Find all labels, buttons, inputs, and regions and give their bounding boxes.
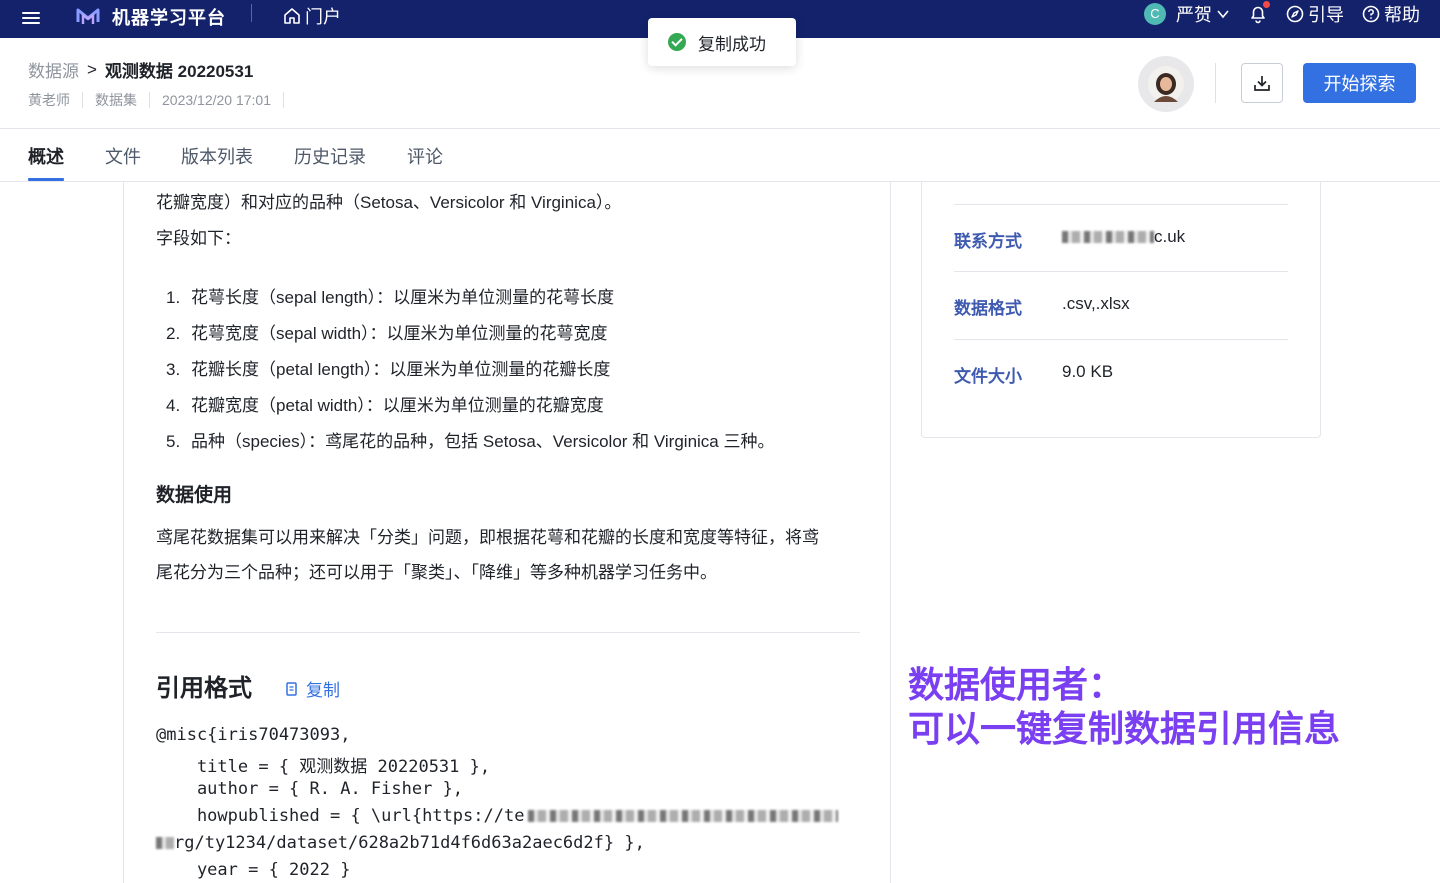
- citation-code-line: rg/ty1234/dataset/628a2b71d4f6d63a2aec6d…: [156, 833, 645, 853]
- redacted-url-part: [156, 837, 174, 849]
- dataset-tabs: 概述 文件 版本列表 历史记录 评论: [0, 128, 1440, 182]
- info-row-contact: 联系方式 c.uk: [954, 204, 1288, 272]
- list-item: 5. 品种（species）：鸢尾花的品种，包括 Setosa、Versicolo…: [166, 432, 775, 451]
- citation-code-line: year = { 2022 }: [156, 860, 351, 880]
- header-divider: [1215, 63, 1216, 103]
- guide-label: 引导: [1308, 5, 1344, 25]
- breadcrumb-current: 观测数据 20220531: [104, 62, 254, 81]
- notification-bell[interactable]: [1248, 1, 1270, 24]
- list-item: 1. 花萼长度（sepal length）：以厘米为单位测量的花萼长度: [166, 288, 615, 307]
- citation-code-line: howpublished = { \url{https://te: [156, 806, 839, 826]
- app-title: 机器学习平台: [112, 8, 226, 28]
- citation-code-line: title = { 观测数据 20220531 },: [156, 757, 491, 777]
- avatar-portrait-icon: [1148, 66, 1184, 102]
- usage-text-line-2: 尾花分为三个品种；还可以用于「聚类」、「降维」等多种机器学习任务中。: [156, 563, 717, 582]
- info-label: 联系方式: [954, 232, 1022, 251]
- overview-content: 花瓣宽度）和对应的品种（Setosa、Versicolor 和 Virginic…: [123, 182, 891, 883]
- size-value: 9.0 KB: [1062, 362, 1114, 381]
- tab-history[interactable]: 历史记录: [294, 143, 366, 181]
- notification-dot: [1263, 1, 1270, 8]
- breadcrumb: 数据源 > 观测数据 20220531: [28, 57, 253, 82]
- topbar-divider: [251, 4, 252, 22]
- start-explore-button[interactable]: 开始探索: [1303, 63, 1416, 103]
- tab-files[interactable]: 文件: [105, 143, 141, 181]
- copy-success-toast: 复制成功: [648, 18, 796, 66]
- copy-icon: [286, 681, 297, 696]
- download-button[interactable]: [1241, 63, 1283, 103]
- list-item: 2. 花萼宽度（sepal width）：以厘米为单位测量的花萼宽度: [166, 324, 608, 343]
- help-circle-icon: [1362, 5, 1380, 23]
- success-check-icon: [668, 33, 686, 51]
- hamburger-menu-icon[interactable]: [22, 9, 42, 29]
- download-icon: [1254, 76, 1270, 91]
- platform-logo-icon: [76, 8, 100, 24]
- citation-code-line: author = { R. A. Fisher },: [156, 779, 464, 799]
- meta-type: 数据集: [83, 92, 150, 108]
- owner-avatar[interactable]: [1138, 56, 1194, 112]
- portal-label: 门户: [305, 7, 341, 27]
- home-icon: [284, 8, 300, 24]
- breadcrumb-separator: >: [87, 59, 97, 79]
- intro-line: 花瓣宽度）和对应的品种（Setosa、Versicolor 和 Virginic…: [156, 193, 622, 212]
- breadcrumb-root[interactable]: 数据源: [28, 57, 79, 82]
- dataset-meta: 黄老师 数据集 2023/12/20 17:01: [28, 92, 284, 108]
- guide-link[interactable]: 引导: [1286, 1, 1344, 27]
- redacted-url-part: [528, 810, 839, 822]
- info-row-size: 文件大小 9.0 KB: [954, 339, 1288, 407]
- user-menu[interactable]: C 严贺: [1144, 1, 1230, 27]
- copy-citation-button[interactable]: 复制: [284, 676, 340, 701]
- citation-code-line: @misc{iris70473093,: [156, 725, 351, 745]
- topbar-right-group: C 严贺 引导 帮助: [1144, 0, 1420, 28]
- copy-label: 复制: [306, 681, 340, 700]
- portal-link[interactable]: 门户: [283, 3, 341, 29]
- list-item: 4. 花瓣宽度（petal width）：以厘米为单位测量的花瓣宽度: [166, 396, 604, 415]
- usage-text-line-1: 鸢尾花数据集可以用来解决「分类」问题，即根据花萼和花瓣的长度和宽度等特征，将鸢: [156, 528, 819, 547]
- fields-intro: 字段如下：: [156, 229, 241, 248]
- info-row-format: 数据格式 .csv,.xlsx: [954, 271, 1288, 339]
- list-item: 3. 花瓣长度（petal length）：以厘米为单位测量的花瓣长度: [166, 360, 611, 379]
- user-name: 严贺: [1176, 5, 1212, 25]
- section-divider: [156, 632, 860, 633]
- annotation-line-2: 可以一键复制数据引用信息: [908, 708, 1341, 749]
- meta-date: 2023/12/20 17:01: [150, 92, 284, 108]
- tab-versions[interactable]: 版本列表: [181, 143, 253, 181]
- toast-message: 复制成功: [698, 34, 766, 54]
- citation-heading: 引用格式: [156, 675, 252, 702]
- redacted-email-part: [1062, 231, 1154, 243]
- chevron-down-icon: [1217, 10, 1229, 19]
- user-initial-avatar: C: [1144, 3, 1166, 25]
- info-label: 文件大小: [954, 367, 1022, 386]
- help-link[interactable]: 帮助: [1362, 1, 1420, 27]
- help-label: 帮助: [1384, 5, 1420, 25]
- meta-owner: 黄老师: [28, 92, 83, 108]
- tab-comments[interactable]: 评论: [407, 143, 443, 181]
- info-label: 数据格式: [954, 299, 1022, 318]
- compass-icon: [1286, 5, 1304, 23]
- tab-overview[interactable]: 概述: [28, 143, 64, 181]
- contact-value[interactable]: c.uk: [1062, 227, 1185, 247]
- usage-heading: 数据使用: [156, 485, 233, 506]
- dataset-info-card: 联系方式 c.uk 数据格式 .csv,.xlsx 文件大小 9.0 KB: [921, 182, 1321, 438]
- format-value: .csv,.xlsx: [1062, 294, 1130, 313]
